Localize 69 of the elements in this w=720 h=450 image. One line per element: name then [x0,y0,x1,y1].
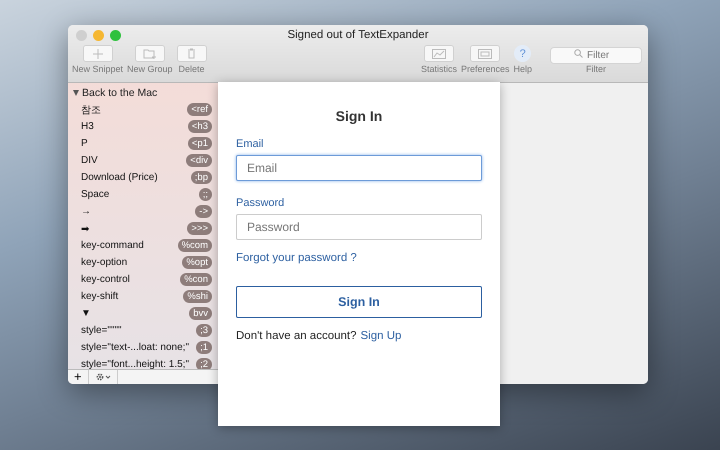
abbreviation-badge: -> [195,205,212,218]
abbreviation-badge: ;; [198,188,212,201]
plus-icon [92,48,103,58]
abbreviation-badge: <p1 [188,137,212,150]
window-title: Signed out of TextExpander [286,29,430,41]
toolbar-label: New Snippet [72,64,124,74]
snippet-label[interactable]: key-shift [81,291,118,302]
snippet-label[interactable]: Download (Price) [81,172,158,183]
email-label: Email [236,138,264,150]
snippet-label[interactable]: P [81,138,88,149]
snippet-label[interactable]: ➡ [81,222,89,234]
snippet-label[interactable]: style="text-...loat: none;" [81,342,189,353]
snippet-label[interactable]: ▼ [81,308,91,319]
toolbar-label: Help [513,64,532,74]
forgot-password-link[interactable]: Forgot your password ? [236,252,357,264]
trash-icon [187,48,196,59]
password-label: Password [236,197,284,209]
abbreviation-badge: <ref [187,103,212,116]
abbreviation-badge: %shi [183,290,212,303]
abbreviation-badge: ;2 [196,358,212,369]
abbreviation-badge: %com [178,239,212,252]
snippet-label[interactable]: key-control [81,274,130,285]
window-icon [478,48,492,58]
statistics-button[interactable] [424,45,454,62]
toolbar-label: Statistics [420,64,457,74]
snippet-label[interactable]: H3 [81,121,94,132]
filter-field[interactable]: Filter [550,47,642,64]
password-field[interactable]: Password [236,214,482,240]
abbreviation-badge: ;1 [196,341,212,354]
toolbar-label: New Group [127,64,173,74]
search-icon [574,49,583,58]
abbreviation-badge: bvv [189,307,212,320]
no-account-text: Don't have an account? [236,330,356,342]
add-button[interactable]: + [68,370,89,384]
abbreviation-badge: %opt [182,256,212,269]
group-row[interactable]: Back to the Mac [68,85,218,101]
snippet-label[interactable]: 참조 [81,102,101,116]
snippet-label[interactable]: style="""" [81,325,122,336]
snippet-label[interactable]: key-option [81,257,128,268]
minimize-button[interactable] [93,30,104,40]
gear-icon [94,372,111,382]
zoom-button[interactable] [110,30,121,40]
delete-button[interactable] [176,45,207,62]
abbreviation-badge: <h3 [188,120,212,133]
abbreviation-badge: >>> [187,222,212,235]
disclosure-triangle-icon[interactable] [73,90,79,96]
abbreviation-badge: ;3 [196,324,212,337]
snippet-label[interactable]: Space [81,189,110,200]
new-group-button[interactable] [134,45,165,62]
snippet-label[interactable]: DIV [81,155,98,166]
close-button[interactable] [76,30,87,40]
folder-icon [142,48,157,58]
sign-in-button[interactable]: Sign In [236,286,482,318]
chart-icon [432,48,446,58]
snippet-label[interactable]: key-command [81,240,144,251]
preferences-button[interactable] [470,45,500,62]
abbreviation-badge: <div [186,154,212,167]
filter-label: Filter [586,64,606,74]
abbreviation-badge: ;bp [190,171,212,184]
snippet-label[interactable]: style="font...height: 1.5;" [81,359,189,369]
toolbar-label: Preferences [460,64,510,74]
snippet-label[interactable]: → [81,206,91,217]
sign-in-heading: Sign In [336,108,382,124]
toolbar-label: Delete [178,64,205,74]
abbreviation-badge: %con [180,273,212,286]
sign-up-link[interactable]: Sign Up [360,330,402,342]
email-field[interactable]: Email [236,155,482,181]
new-snippet-button[interactable] [82,45,113,62]
group-label: Back to the Mac [82,87,158,99]
